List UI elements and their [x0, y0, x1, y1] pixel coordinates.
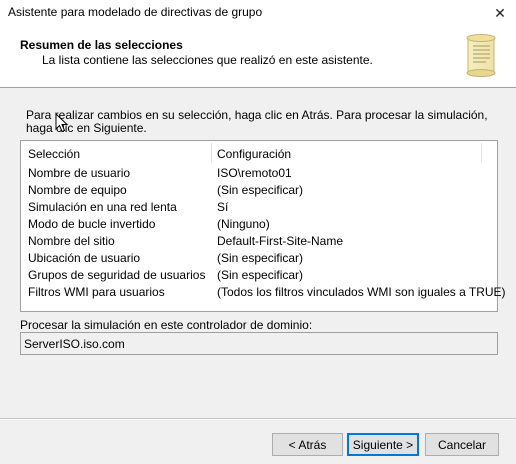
list-item[interactable]: Ubicación de usuario (Sin especificar) [21, 250, 497, 267]
configuration-cell: ISO\remoto01 [217, 166, 292, 180]
column-divider[interactable] [211, 143, 212, 163]
list-item[interactable]: Nombre de usuario ISO\remoto01 [21, 165, 497, 182]
summary-list[interactable]: Selección Configuración Nombre de usuari… [20, 140, 506, 312]
list-item[interactable]: Simulación en una red lenta Sí [21, 199, 497, 216]
next-button[interactable]: Siguiente > [347, 433, 419, 456]
configuration-cell: (Todos los filtros vinculados WMI son ig… [217, 285, 506, 299]
mouse-cursor-icon [55, 113, 69, 133]
wizard-window: Asistente para modelado de directivas de… [0, 0, 516, 464]
domain-controller-label: Procesar la simulación en este controlad… [20, 318, 313, 332]
column-divider[interactable] [481, 143, 482, 163]
list-item[interactable]: Filtros WMI para usuarios (Todos los fil… [21, 284, 506, 301]
selection-cell: Nombre de usuario [28, 166, 131, 180]
selection-cell: Nombre del sitio [28, 234, 115, 248]
configuration-cell: Sí [217, 200, 229, 214]
footer-divider-highlight [0, 419, 516, 420]
column-header-configuration[interactable]: Configuración [217, 147, 291, 161]
selection-cell: Modo de bucle invertido [28, 217, 156, 231]
configuration-cell: (Sin especificar) [217, 183, 304, 197]
column-header-selection[interactable]: Selección [28, 147, 80, 161]
page-title: Resumen de las selecciones [20, 38, 183, 52]
cancel-button[interactable]: Cancelar [425, 433, 499, 456]
scroll-icon [466, 34, 496, 77]
configuration-cell: (Sin especificar) [217, 251, 304, 265]
domain-controller-field[interactable]: ServerISO.iso.com [20, 332, 498, 355]
close-button[interactable]: ✕ [484, 0, 516, 26]
selection-cell: Grupos de seguridad de usuarios [28, 268, 206, 282]
title-bar: Asistente para modelado de directivas de… [0, 0, 516, 26]
wizard-header: Resumen de las selecciones La lista cont… [0, 26, 516, 88]
list-rows: Nombre de usuario ISO\remoto01 Nombre de… [21, 165, 506, 301]
list-header: Selección Configuración [21, 141, 497, 165]
selection-cell: Filtros WMI para usuarios [28, 285, 165, 299]
list-item[interactable]: Modo de bucle invertido (Ninguno) [21, 216, 497, 233]
page-subtitle: La lista contiene las selecciones que re… [42, 53, 373, 67]
configuration-cell: Default-First-Site-Name [217, 234, 344, 248]
window-title: Asistente para modelado de directivas de… [8, 5, 263, 19]
selection-cell: Ubicación de usuario [28, 251, 141, 265]
domain-controller-value: ServerISO.iso.com [24, 337, 125, 351]
configuration-cell: (Ninguno) [217, 217, 270, 231]
list-item[interactable]: Nombre del sitio Default-First-Site-Name [21, 233, 497, 250]
close-icon: ✕ [494, 4, 506, 21]
back-button[interactable]: < Atrás [272, 433, 343, 456]
list-item[interactable]: Grupos de seguridad de usuarios (Sin esp… [21, 267, 497, 284]
selection-cell: Nombre de equipo [28, 183, 127, 197]
list-item[interactable]: Nombre de equipo (Sin especificar) [21, 182, 497, 199]
configuration-cell: (Sin especificar) [217, 268, 304, 282]
selection-cell: Simulación en una red lenta [28, 200, 177, 214]
instruction-text: Para realizar cambios en su selección, h… [26, 108, 488, 135]
